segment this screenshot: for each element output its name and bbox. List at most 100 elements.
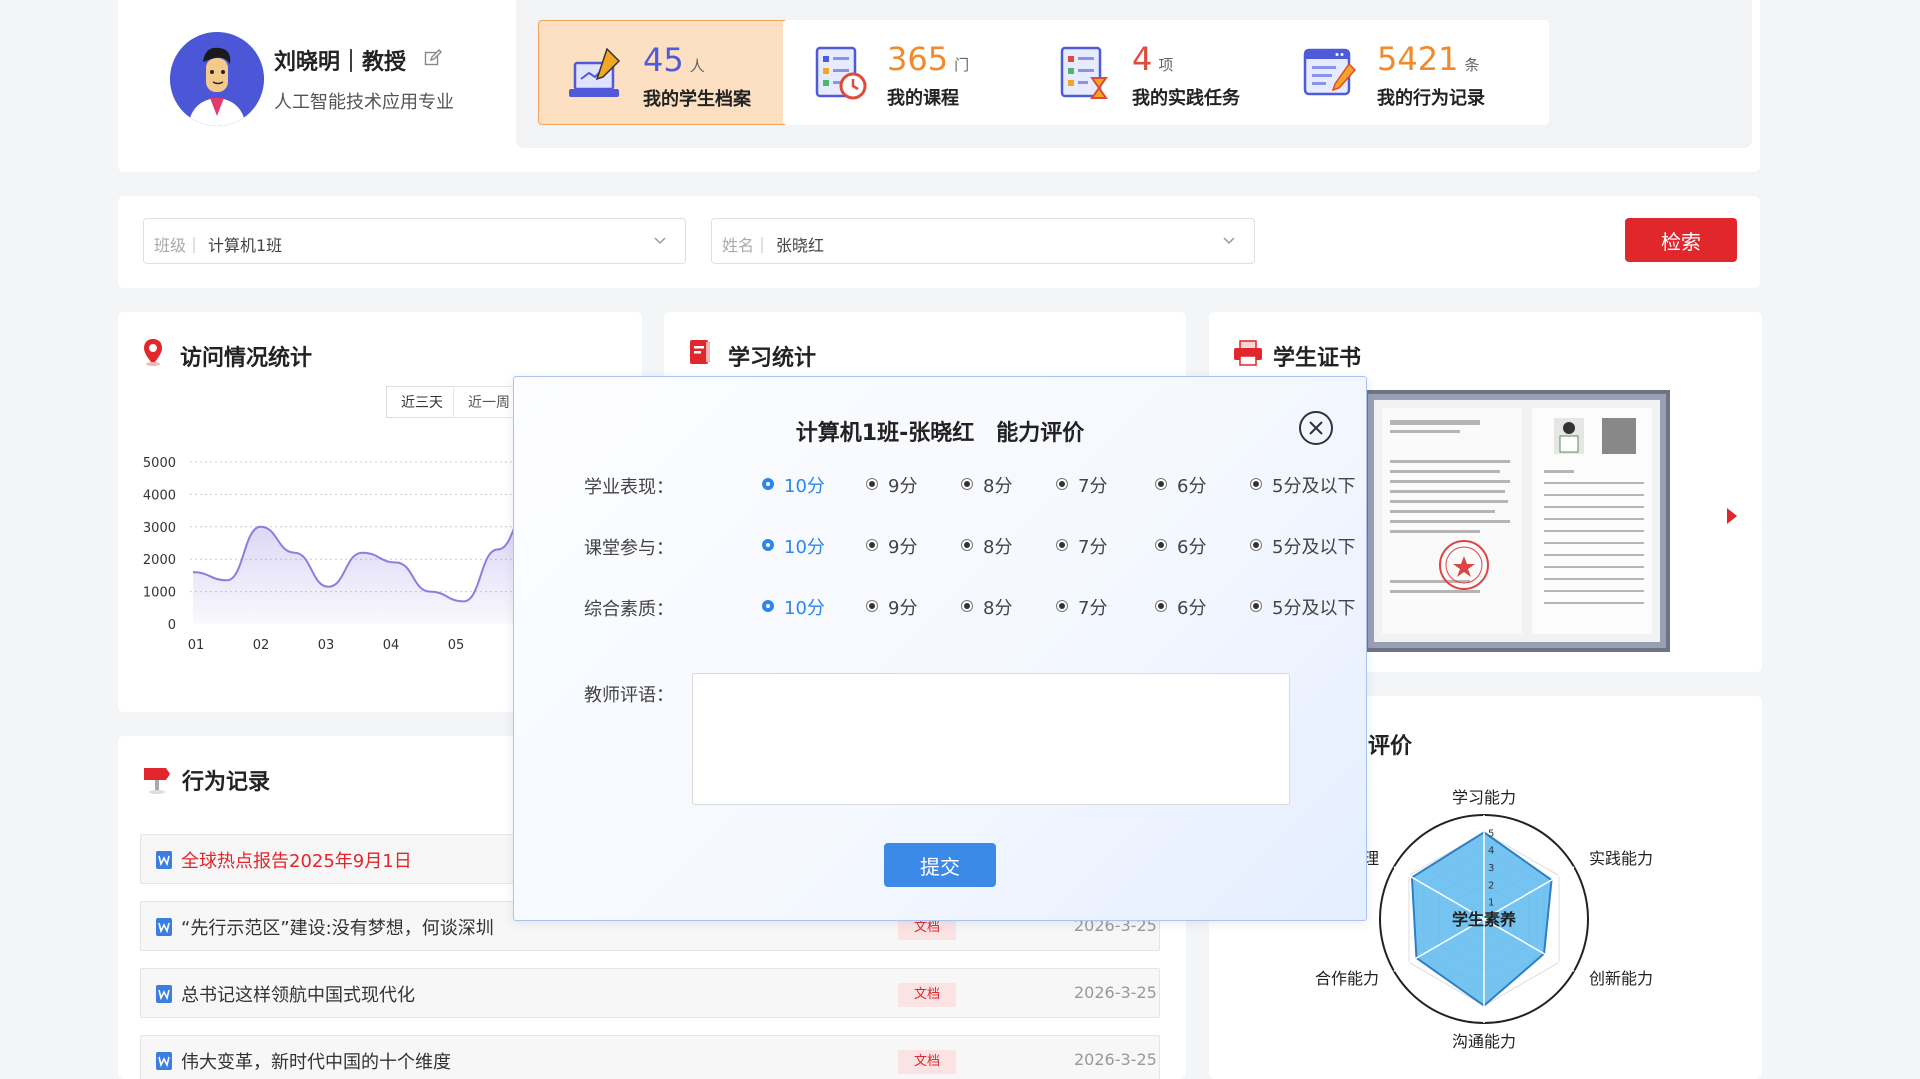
- score-radio-label: 5分及以下: [1272, 476, 1356, 497]
- radio-dot-icon: [762, 478, 774, 490]
- class-select[interactable]: 班级｜ 计算机1班: [143, 218, 686, 264]
- browser-pencil-icon: [1303, 48, 1357, 96]
- score-radio-label: 9分: [888, 537, 918, 558]
- score-radio-label: 7分: [1078, 598, 1108, 619]
- stat-card-tasks[interactable]: 4项 我的实践任务: [1028, 20, 1304, 125]
- radio-dot-icon: [1155, 600, 1167, 612]
- close-icon: [1309, 421, 1323, 435]
- stat-records-label: 我的行为记录: [1377, 88, 1485, 109]
- behavior-panel-title: 行为记录: [182, 770, 271, 795]
- behavior-row-title: 伟大变革，新时代中国的十个维度: [181, 1052, 451, 1073]
- rating-row-label: 学业表现：: [584, 477, 674, 498]
- behavior-row[interactable]: 总书记这样领航中国式现代化 文档 2026-3-25: [140, 968, 1160, 1018]
- behavior-row[interactable]: 伟大变革，新时代中国的十个维度 文档 2026-3-25: [140, 1035, 1160, 1079]
- score-radio-label: 8分: [983, 537, 1013, 558]
- radio-dot-icon: [866, 539, 878, 551]
- rating-row-label: 课堂参与：: [584, 538, 674, 559]
- stat-students-unit: 人: [689, 57, 705, 75]
- radio-dot-icon: [961, 478, 973, 490]
- radar-tick-label: 2: [1488, 880, 1494, 891]
- search-button[interactable]: 检索: [1625, 218, 1737, 262]
- score-radio-label: 7分: [1078, 476, 1108, 497]
- radio-dot-icon: [1250, 600, 1262, 612]
- radar-tick-label: 1: [1488, 898, 1494, 909]
- rating-row-label: 综合素质：: [584, 599, 674, 620]
- score-radio-label: 6分: [1177, 476, 1207, 497]
- stat-card-students[interactable]: 45 人 我的学生档案: [538, 20, 814, 125]
- y-tick-label: 3000: [143, 521, 176, 536]
- radio-dot-icon: [762, 600, 774, 612]
- printer-icon: [1234, 340, 1262, 366]
- y-tick-label: 5000: [143, 456, 176, 471]
- book-icon: [690, 340, 710, 364]
- teacher-comment-input[interactable]: [692, 673, 1290, 805]
- submit-button[interactable]: 提交: [884, 843, 996, 887]
- x-tick-label: 04: [383, 638, 400, 653]
- score-radio-label: 5分及以下: [1272, 598, 1356, 619]
- y-tick-label: 4000: [143, 488, 176, 503]
- word-doc-icon: [156, 918, 172, 936]
- tab-three-days[interactable]: 近三天: [386, 386, 458, 418]
- visit-panel-title: 访问情况统计: [180, 346, 313, 371]
- radio-dot-icon: [1056, 478, 1068, 490]
- score-radio-label: 5分及以下: [1272, 537, 1356, 558]
- search-bar: 班级｜ 计算机1班 姓名｜ 张晓红 检索: [118, 196, 1760, 288]
- stat-card-records[interactable]: 5421 条 我的行为记录: [1273, 20, 1549, 125]
- score-radio-label: 8分: [983, 598, 1013, 619]
- score-radio-label: 10分: [784, 537, 825, 558]
- word-doc-icon: [156, 851, 172, 869]
- study-panel-title: 学习统计: [728, 346, 817, 371]
- teacher-avatar-illustration: [170, 32, 264, 126]
- stat-courses-unit: 门: [954, 56, 970, 74]
- certificate-panel-title: 学生证书: [1273, 346, 1362, 371]
- rating-row: 课堂参与： 10分 9分 8分 7分 6分 5分及以下: [584, 530, 1355, 560]
- radar-axis-label: 沟通能力: [1452, 1032, 1516, 1051]
- class-select-value: 计算机1班: [208, 236, 283, 255]
- radio-dot-icon: [1250, 539, 1262, 551]
- chevron-down-icon: [1223, 237, 1235, 245]
- radio-dot-icon: [866, 478, 878, 490]
- radio-dot-icon: [866, 600, 878, 612]
- certificate-image[interactable]: [1364, 390, 1670, 652]
- radio-dot-icon: [1155, 539, 1167, 551]
- modal-title: 计算机1班-张晓红 能力评价: [795, 421, 1085, 446]
- task-list-hourglass-icon: [1060, 46, 1108, 99]
- x-tick-label: 01: [188, 638, 205, 653]
- stat-tasks-unit: 项: [1158, 56, 1174, 74]
- score-radio-label: 9分: [888, 598, 918, 619]
- behavior-row-date: 2026-3-25: [1074, 1050, 1157, 1069]
- avatar[interactable]: [170, 32, 264, 126]
- profile-name: 刘晓明｜教授: [274, 50, 407, 75]
- radio-dot-icon: [1056, 600, 1068, 612]
- y-tick-label: 1000: [143, 586, 176, 601]
- word-doc-icon: [156, 1052, 172, 1070]
- class-select-prefix: 班级｜: [154, 236, 203, 255]
- chevron-down-icon: [654, 237, 666, 245]
- stat-students-number: 45: [643, 41, 684, 79]
- rating-row: 综合素质： 10分 9分 8分 7分 6分 5分及以下: [584, 591, 1355, 621]
- word-doc-icon: [156, 985, 172, 1003]
- x-tick-label: 02: [253, 638, 270, 653]
- signpost-icon: [144, 768, 170, 794]
- radar-tick-label: 3: [1488, 863, 1494, 874]
- location-pin-icon: [144, 339, 162, 366]
- next-arrow-icon[interactable]: [1725, 506, 1739, 526]
- name-select[interactable]: 姓名｜ 张晓红: [711, 218, 1255, 264]
- radio-dot-icon: [1155, 478, 1167, 490]
- x-tick-label: 05: [448, 638, 465, 653]
- stat-card-courses[interactable]: 365 门 我的课程: [783, 20, 1059, 125]
- edit-icon[interactable]: [424, 49, 442, 67]
- score-radio-label: 8分: [983, 476, 1013, 497]
- rating-row: 学业表现： 10分 9分 8分 7分 6分 5分及以下: [584, 469, 1355, 499]
- stat-records-unit: 条: [1464, 56, 1480, 74]
- score-radio-label: 10分: [784, 476, 825, 497]
- comment-label: 教师评语：: [584, 685, 674, 706]
- stat-courses-number: 365: [887, 40, 949, 78]
- close-button[interactable]: [1299, 411, 1333, 445]
- radar-axis-label: 合作能力: [1315, 969, 1379, 988]
- ability-evaluation-modal: 计算机1班-张晓红 能力评价 学业表现： 10分 9分 8分 7分 6分 5分及以下 课堂参与…: [513, 376, 1367, 921]
- radar-center-label: 学生素养: [1452, 910, 1517, 929]
- radar-axis-label: 创新能力: [1589, 969, 1653, 988]
- score-radio-label: 9分: [888, 476, 918, 497]
- stat-students-label: 我的学生档案: [643, 89, 751, 110]
